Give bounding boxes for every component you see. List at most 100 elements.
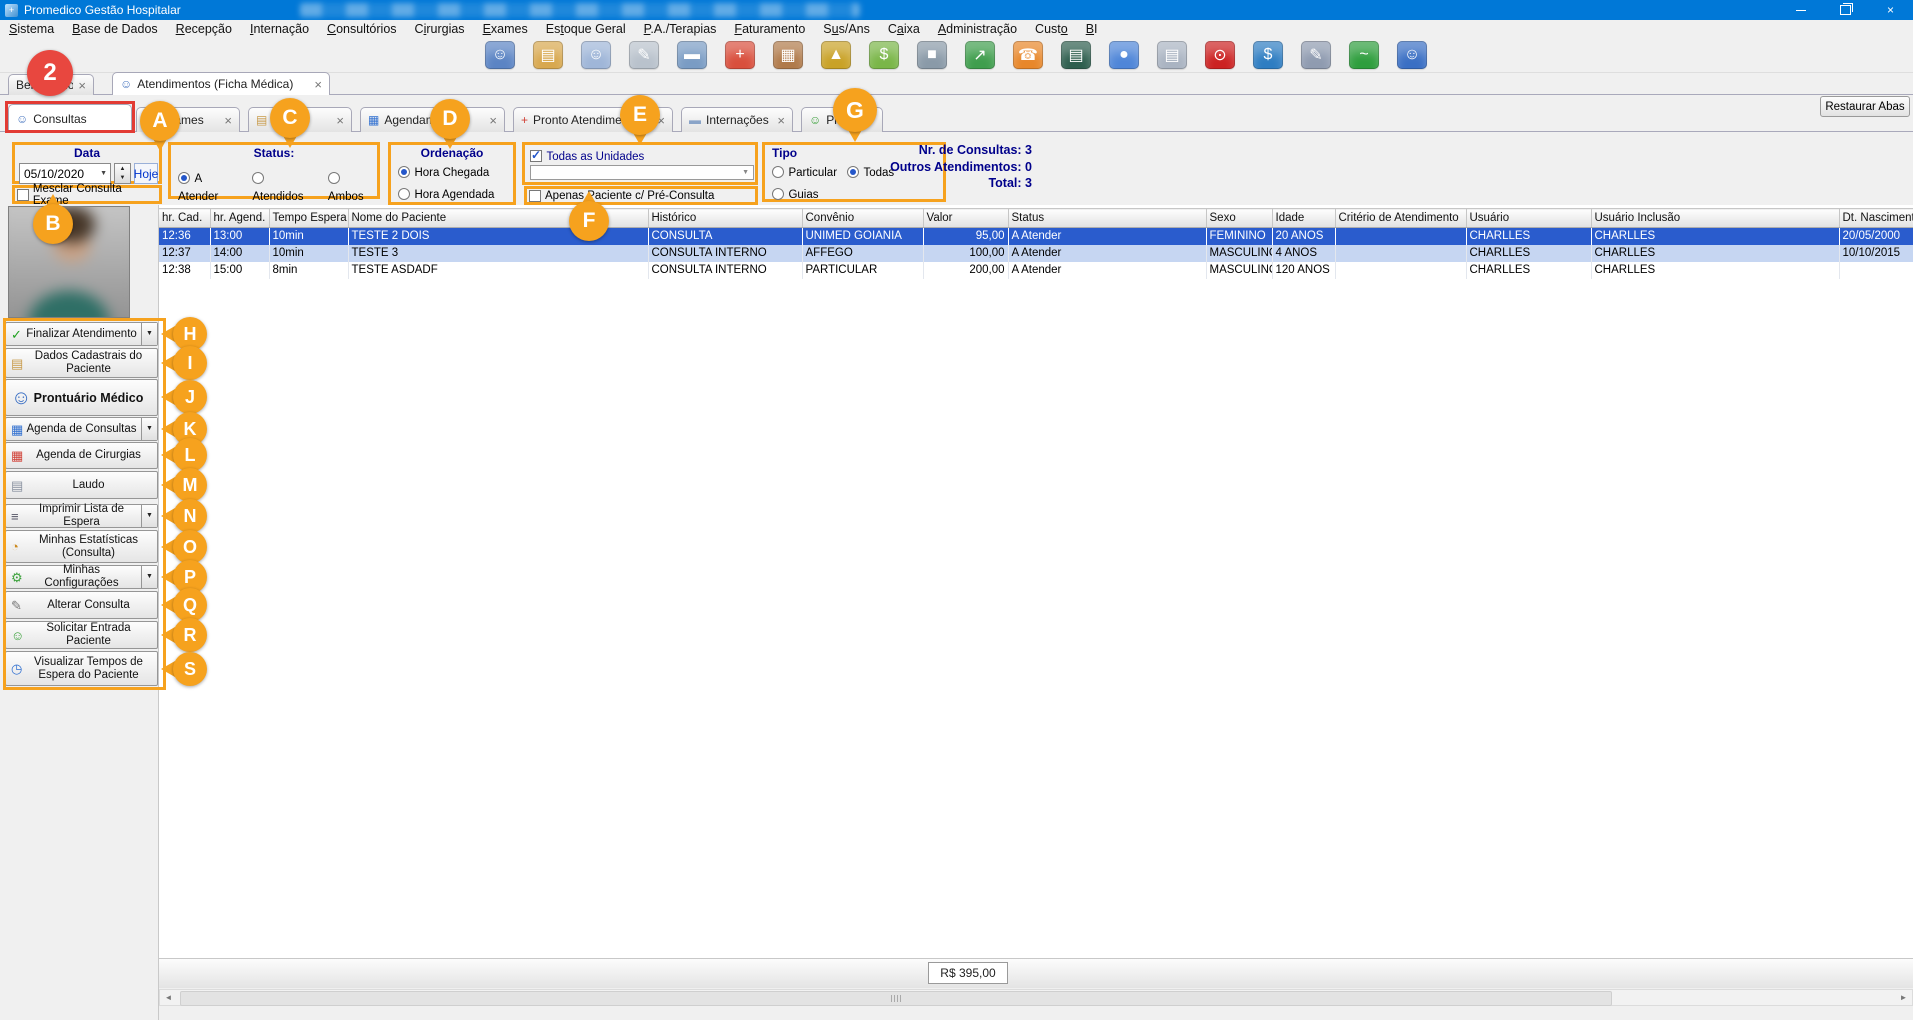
scroll-right-icon[interactable]: ► <box>1895 990 1912 1005</box>
doctor-icon[interactable]: ☺ <box>581 41 611 69</box>
menu-interna-o[interactable]: Internação <box>241 20 318 38</box>
solicitar-entrada-paciente-button[interactable]: ☺Solicitar Entrada Paciente <box>5 621 158 649</box>
menu-estoque-geral[interactable]: Estoque Geral <box>537 20 635 38</box>
restore-button[interactable] <box>1823 0 1868 20</box>
scroll-left-icon[interactable]: ◄ <box>160 990 177 1005</box>
column-header-usu-rio-inclus-o[interactable]: Usuário Inclusão <box>1591 209 1839 228</box>
column-header-valor[interactable]: Valor <box>923 209 1008 228</box>
column-header-status[interactable]: Status <box>1008 209 1206 228</box>
column-header-sexo[interactable]: Sexo <box>1206 209 1272 228</box>
patient-folder-icon[interactable]: ▤ <box>533 41 563 69</box>
contract-pen-icon[interactable]: ✎ <box>1301 41 1331 69</box>
menu-sistema[interactable]: Sistema <box>0 20 63 38</box>
patients-group-icon[interactable]: ☺ <box>485 41 515 69</box>
doc-tab-atendimentos-ficha-m-dica[interactable]: ☺Atendimentos (Ficha Médica)× <box>112 72 330 95</box>
prontu-rio-m-dico-button[interactable]: ☺Prontuário Médico <box>5 379 158 416</box>
hospital-bed-icon[interactable]: ▬ <box>677 41 707 69</box>
dropdown-arrow-icon[interactable]: ▼ <box>141 566 157 588</box>
imprimir-lista-de-espera-button[interactable]: ≡Imprimir Lista de Espera▼ <box>5 504 158 528</box>
table-row[interactable]: 12:3714:0010minTESTE 3CONSULTA INTERNOAF… <box>159 245 1913 262</box>
safe-icon[interactable]: ■ <box>917 41 947 69</box>
restore-icon <box>1840 5 1851 15</box>
agenda-de-cirurgias-button[interactable]: ▦Agenda de Cirurgias <box>5 442 158 469</box>
menu-administra-o[interactable]: Administração <box>929 20 1026 38</box>
menu-caixa[interactable]: Caixa <box>879 20 929 38</box>
column-header-usu-rio[interactable]: Usuário <box>1466 209 1591 228</box>
button-label: Agenda de Cirurgias <box>20 449 143 462</box>
menu-base-de-dados[interactable]: Base de Dados <box>63 20 166 38</box>
status-option-ambos[interactable]: Ambos <box>328 169 377 205</box>
vitals-book-icon[interactable]: ~ <box>1349 41 1379 69</box>
tab-close-icon[interactable]: × <box>777 113 785 128</box>
sort-option-hora-chegada[interactable]: Hora Chegada <box>391 160 513 181</box>
column-header-hist-rico[interactable]: Histórico <box>648 209 802 228</box>
minhas-configura-es-button[interactable]: ⚙Minhas Configurações▼ <box>5 565 158 589</box>
table-row[interactable]: 12:3815:008minTESTE ASDADFCONSULTA INTER… <box>159 262 1913 279</box>
medical-record-icon[interactable]: ✎ <box>629 41 659 69</box>
column-header-hr-agend[interactable]: hr. Agend. <box>210 209 269 228</box>
dropdown-arrow-icon[interactable]: ▼ <box>141 418 157 440</box>
pharmacy-supplies-icon[interactable]: ▦ <box>773 41 803 69</box>
column-header-idade[interactable]: Idade <box>1272 209 1335 228</box>
chat-bubble-icon[interactable]: ● <box>1109 41 1139 69</box>
cash-stack-icon[interactable]: $ <box>869 41 899 69</box>
menu-bi[interactable]: BI <box>1077 20 1107 38</box>
phone-directory-icon[interactable]: ☎ <box>1013 41 1043 69</box>
power-icon[interactable]: ⊙ <box>1205 41 1235 69</box>
tab-close-icon[interactable]: × <box>224 113 232 128</box>
menu-faturamento[interactable]: Faturamento <box>725 20 814 38</box>
dados-cadastrais-do-paciente-button[interactable]: ▤Dados Cadastrais do Paciente <box>5 348 158 378</box>
date-dropdown-icon[interactable]: ▼ <box>100 170 107 177</box>
finalizar-atendimento-button[interactable]: ✓Finalizar Atendimento▼ <box>5 322 158 346</box>
minhas-estat-sticas-consulta-button[interactable]: ◔Minhas Estatísticas (Consulta) <box>5 530 158 563</box>
tab-close-icon[interactable]: × <box>336 113 344 128</box>
units-combo[interactable]: ▼ <box>530 165 754 180</box>
menu-consult-rios[interactable]: Consultórios <box>318 20 405 38</box>
status-option-a-atender[interactable]: A Atender <box>178 169 240 205</box>
menu-recep-o[interactable]: Recepção <box>167 20 241 38</box>
tab-close-icon[interactable]: × <box>78 78 86 93</box>
menu-sus-ans[interactable]: Sus/Ans <box>814 20 879 38</box>
all-units-checkbox[interactable] <box>530 150 542 162</box>
ambulance-icon[interactable]: + <box>725 41 755 69</box>
column-header-conv-nio[interactable]: Convênio <box>802 209 923 228</box>
horizontal-scrollbar[interactable]: ◄ ► <box>159 989 1913 1006</box>
tab-close-icon[interactable]: × <box>489 113 497 128</box>
date-input[interactable]: 05/10/2020 ▼ <box>19 163 111 184</box>
patient-log-book-icon[interactable]: ☺ <box>1397 41 1427 69</box>
cell-sexo: MASCULINO <box>1206 262 1272 279</box>
minimize-button[interactable] <box>1778 0 1823 20</box>
finance-chart-icon[interactable]: ↗ <box>965 41 995 69</box>
agenda-de-consultas-button[interactable]: ▦Agenda de Consultas▼ <box>5 417 158 441</box>
sub-tab-consultas[interactable]: ☺Consultas <box>8 104 132 132</box>
laudo-button[interactable]: ▤Laudo <box>5 471 158 499</box>
dropdown-arrow-icon[interactable]: ▼ <box>141 505 157 527</box>
sort-option-hora-agendada[interactable]: Hora Agendada <box>391 181 513 203</box>
scrollbar-thumb[interactable] <box>180 991 1612 1006</box>
menu-p-a-terapias[interactable]: P.A./Terapias <box>635 20 726 38</box>
dropdown-arrow-icon[interactable]: ▼ <box>141 323 157 345</box>
column-header-crit-rio-de-atendimento[interactable]: Critério de Atendimento <box>1335 209 1466 228</box>
alterar-consulta-button[interactable]: ✎Alterar Consulta <box>5 591 158 619</box>
revenue-up-icon[interactable]: ▲ <box>821 41 851 69</box>
merge-consult-exam-checkbox[interactable] <box>17 189 29 201</box>
ledger-book-icon[interactable]: ▤ <box>1061 41 1091 69</box>
visualizar-tempos-de-espera-do-paciente-button[interactable]: ◷Visualizar Tempos de Espera do Paciente <box>5 651 158 686</box>
report-icon[interactable]: ▤ <box>1157 41 1187 69</box>
menu-exames[interactable]: Exames <box>474 20 537 38</box>
close-button[interactable]: × <box>1868 0 1913 20</box>
billing-calculator-icon[interactable]: $ <box>1253 41 1283 69</box>
all-units-row[interactable]: Todas as Unidades <box>525 145 755 165</box>
pre-consult-checkbox[interactable] <box>529 190 541 202</box>
menu-cirurgias[interactable]: Cirurgias <box>406 20 474 38</box>
status-option-atendidos[interactable]: Atendidos <box>252 169 316 205</box>
date-spinner[interactable]: ▲▼ <box>114 163 131 184</box>
column-header-tempo-espera[interactable]: Tempo Espera <box>269 209 348 228</box>
column-header-dt-nascimento[interactable]: Dt. Nascimento <box>1839 209 1913 228</box>
today-button[interactable]: Hoje <box>134 163 158 184</box>
column-header-hr-cad[interactable]: hr. Cad. <box>159 209 210 228</box>
menu-custo[interactable]: Custo <box>1026 20 1077 38</box>
tab-close-icon[interactable]: × <box>314 77 322 92</box>
sub-tab-interna-es[interactable]: ▬Internações× <box>681 107 793 132</box>
table-row[interactable]: 12:3613:0010minTESTE 2 DOISCONSULTAUNIME… <box>159 228 1913 245</box>
